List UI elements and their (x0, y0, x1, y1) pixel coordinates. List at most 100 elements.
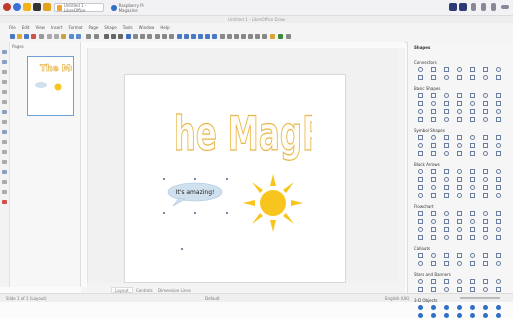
shape-item[interactable] (418, 151, 423, 156)
shape-item[interactable] (444, 135, 449, 140)
shape-item[interactable] (418, 253, 423, 258)
shape-item[interactable] (496, 151, 501, 156)
shape-item[interactable] (483, 117, 488, 122)
shape-item[interactable] (483, 101, 488, 106)
text-tool-icon[interactable] (2, 70, 7, 74)
menu-format[interactable]: Format (68, 25, 82, 30)
sidebar-section-header[interactable]: Connectors (414, 60, 437, 65)
export-pdf-icon[interactable] (31, 34, 36, 39)
shape-item[interactable] (444, 75, 449, 80)
shape-item[interactable] (470, 261, 475, 266)
shape-item[interactable] (496, 135, 501, 140)
menu-file[interactable]: File (9, 25, 16, 30)
shape-item[interactable] (483, 305, 488, 310)
shape-item[interactable] (457, 211, 462, 216)
shape-item[interactable] (457, 151, 462, 156)
glue-tool-icon[interactable] (2, 190, 7, 194)
rectangle-tool-icon[interactable] (2, 90, 7, 94)
vertical-scrollbar[interactable] (398, 48, 403, 287)
clock-icon[interactable] (501, 5, 509, 9)
shape-item[interactable] (483, 279, 488, 284)
shape-item[interactable] (470, 211, 475, 216)
fontwork-tool-icon[interactable] (2, 200, 7, 204)
menu-help[interactable]: Help (160, 25, 169, 30)
shape-item[interactable] (483, 151, 488, 156)
shape-item[interactable] (431, 305, 436, 310)
menu-edit[interactable]: Edit (22, 25, 30, 30)
shape-item[interactable] (444, 227, 449, 232)
shape-item[interactable] (457, 67, 462, 72)
shape-item[interactable] (496, 93, 501, 98)
cut-icon[interactable] (47, 34, 52, 39)
shape-item[interactable] (418, 177, 423, 182)
shape-item[interactable] (444, 117, 449, 122)
shape-item[interactable] (496, 313, 501, 318)
shape-item[interactable] (431, 117, 436, 122)
shape-item[interactable] (431, 177, 436, 182)
shape-item[interactable] (496, 169, 501, 174)
select-tool-icon[interactable] (2, 50, 7, 54)
shape-item[interactable] (431, 227, 436, 232)
shape-item[interactable] (444, 211, 449, 216)
shape-item[interactable] (470, 109, 475, 114)
shape-item[interactable] (483, 253, 488, 258)
sidebar-section-header[interactable]: Block Arrows (414, 162, 440, 167)
shape-item[interactable] (496, 261, 501, 266)
shape-item[interactable] (483, 211, 488, 216)
fontwork-icon[interactable] (270, 34, 275, 39)
shape-item[interactable] (418, 219, 423, 224)
curve-icon[interactable] (162, 34, 167, 39)
shape-item[interactable] (431, 67, 436, 72)
shape-item[interactable] (418, 185, 423, 190)
shape-item[interactable] (444, 143, 449, 148)
helplines-icon[interactable] (94, 34, 99, 39)
shape-item[interactable] (457, 219, 462, 224)
taskbar-item-libreoffice[interactable]: Untitled 1 - LibreOffice (54, 3, 104, 13)
selection-handle[interactable] (226, 212, 228, 214)
shape-item[interactable] (418, 93, 423, 98)
shape-item[interactable] (444, 235, 449, 240)
raspberry-menu-icon[interactable] (3, 3, 11, 11)
block-arrows-icon[interactable] (191, 34, 196, 39)
new-icon[interactable] (10, 34, 15, 39)
shape-item[interactable] (457, 135, 462, 140)
shape-item[interactable] (483, 169, 488, 174)
shape-item[interactable] (470, 185, 475, 190)
app-icon[interactable] (43, 3, 51, 11)
fill-color-icon[interactable] (126, 34, 131, 39)
menu-shape[interactable]: Shape (104, 25, 117, 30)
file-manager-icon[interactable] (23, 3, 31, 11)
connector-icon[interactable] (169, 34, 174, 39)
shape-item[interactable] (457, 117, 462, 122)
paste-icon[interactable] (61, 34, 66, 39)
symbol-shapes-icon[interactable] (184, 34, 189, 39)
shape-item[interactable] (457, 109, 462, 114)
sidebar-section-header[interactable]: Flowchart (414, 204, 434, 209)
curve-tool-icon[interactable] (2, 110, 7, 114)
shape-item[interactable] (470, 287, 475, 292)
3d-objects-icon[interactable] (278, 34, 283, 39)
shape-item[interactable] (444, 305, 449, 310)
print-icon[interactable] (39, 34, 44, 39)
shape-item[interactable] (418, 261, 423, 266)
volume-icon[interactable] (481, 3, 486, 11)
shape-item[interactable] (444, 193, 449, 198)
shape-item[interactable] (496, 227, 501, 232)
shape-item[interactable] (457, 279, 462, 284)
grid-icon[interactable] (86, 34, 91, 39)
shape-item[interactable] (431, 279, 436, 284)
shape-item[interactable] (457, 75, 462, 80)
shape-item[interactable] (470, 193, 475, 198)
rotate-icon[interactable] (220, 34, 225, 39)
shape-item[interactable] (483, 143, 488, 148)
shape-item[interactable] (496, 143, 501, 148)
arrange-icon[interactable] (234, 34, 239, 39)
shape-item[interactable] (418, 279, 423, 284)
shape-item[interactable] (496, 117, 501, 122)
shape-item[interactable] (444, 109, 449, 114)
shape-item[interactable] (470, 235, 475, 240)
shape-item[interactable] (483, 219, 488, 224)
shape-item[interactable] (418, 109, 423, 114)
shape-item[interactable] (496, 67, 501, 72)
shape-item[interactable] (470, 305, 475, 310)
